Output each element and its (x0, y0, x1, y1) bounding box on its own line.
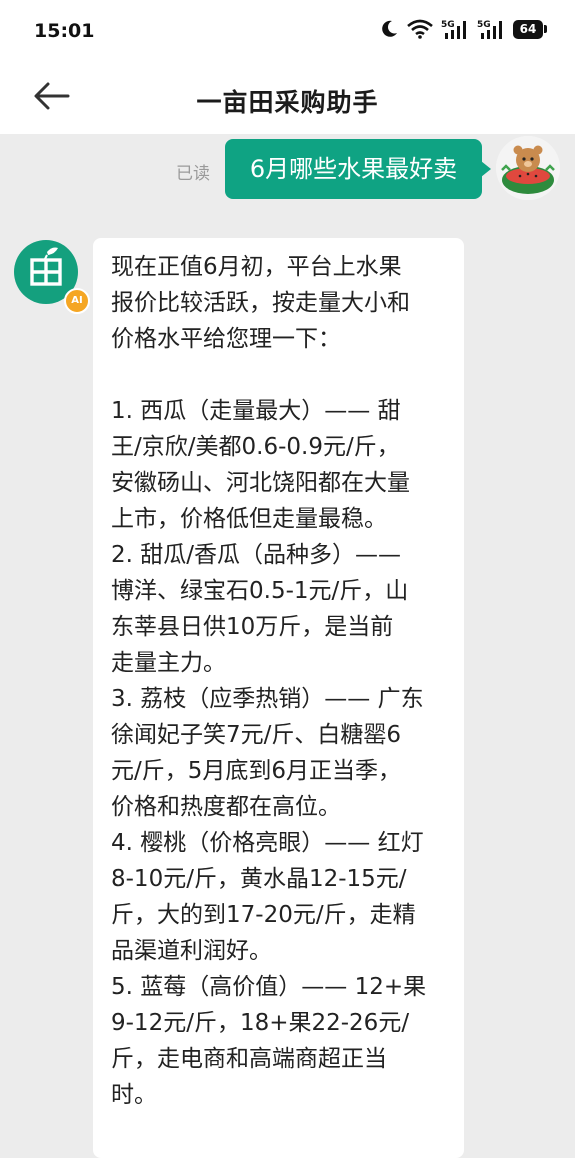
message-line: 元/斤，5月底到6月正当季， (111, 758, 402, 784)
battery-level: 64 (513, 19, 543, 39)
message-line: 5. 蓝莓（高价值）—— 12+果 (111, 974, 427, 1000)
message-line: 时。 (111, 1082, 157, 1108)
message-line: 上市，价格低但走量最稳。 (111, 506, 387, 532)
page-title: 一亩田采购助手 (196, 88, 379, 117)
status-icons: 5G 5G 64 (379, 18, 547, 40)
chat-area[interactable]: 已读 6月哪些水果最好卖 AI 现在正值6月初，平台上水果 报价比较活跃，按走量… (0, 134, 575, 1158)
message-line: 4. 樱桃（价格亮眼）—— 红灯 (111, 830, 424, 856)
bot-message-bubble[interactable]: 现在正值6月初，平台上水果 报价比较活跃，按走量大小和 价格水平给您理一下： 1. 西… (93, 238, 464, 1158)
message-line: 博洋、绿宝石0.5-1元/斤，山 (111, 578, 409, 604)
message-line: 东莘县日供10万斤，是当前 (111, 614, 394, 640)
message-line: 价格和热度都在高位。 (111, 794, 341, 820)
message-line: 徐闻妃子笑7元/斤、白糖罂6 (111, 722, 402, 748)
message-line: 2. 甜瓜/香瓜（品种多）—— (111, 542, 402, 568)
bear-watermelon-avatar-icon (496, 136, 560, 200)
wifi-icon (407, 19, 433, 39)
bot-avatar[interactable]: AI (14, 240, 90, 314)
message-line: 报价比较活跃，按走量大小和 (111, 290, 410, 316)
signal-icon: 5G (477, 20, 502, 39)
message-line: 安徽砀山、河北饶阳都在大量 (111, 470, 410, 496)
signal-1-label: 5G (441, 20, 455, 30)
message-line: 走量主力。 (111, 650, 226, 676)
read-status-label: 已读 (176, 164, 210, 184)
message-line: 现在正值6月初，平台上水果 (111, 254, 402, 280)
status-time: 15:01 (34, 20, 95, 42)
message-line: 3. 荔枝（应季热销）—— 广东 (111, 686, 424, 712)
signal-icon: 5G (441, 20, 466, 39)
status-bar: 15:01 5G 5G 64 (0, 0, 575, 64)
message-blank-line (111, 357, 451, 393)
message-line: 斤，大的到17-20元/斤，走精 (111, 902, 416, 928)
bot-message-text: 现在正值6月初，平台上水果 报价比较活跃，按走量大小和 价格水平给您理一下： 1. 西… (111, 249, 451, 1113)
message-line: 品渠道利润好。 (111, 938, 272, 964)
user-message-bubble[interactable]: 6月哪些水果最好卖 (225, 139, 491, 199)
ai-badge: AI (64, 288, 90, 314)
user-avatar[interactable] (496, 136, 560, 200)
message-line: 斤，走电商和高端商超正当 (111, 1046, 387, 1072)
message-line: 价格水平给您理一下： (111, 326, 341, 352)
message-line: 1. 西瓜（走量最大）—— 甜 (111, 398, 401, 424)
message-line: 8-10元/斤，黄水晶12-15元/ (111, 866, 407, 892)
message-line: 9-12元/斤，18+果22-26元/ (111, 1010, 410, 1036)
moon-icon (382, 20, 397, 37)
message-line: 王/京欣/美都0.6-0.9元/斤， (111, 434, 400, 460)
battery-icon: 64 (513, 19, 547, 39)
header-bar: 一亩田采购助手 (0, 64, 575, 134)
signal-2-label: 5G (477, 20, 491, 30)
